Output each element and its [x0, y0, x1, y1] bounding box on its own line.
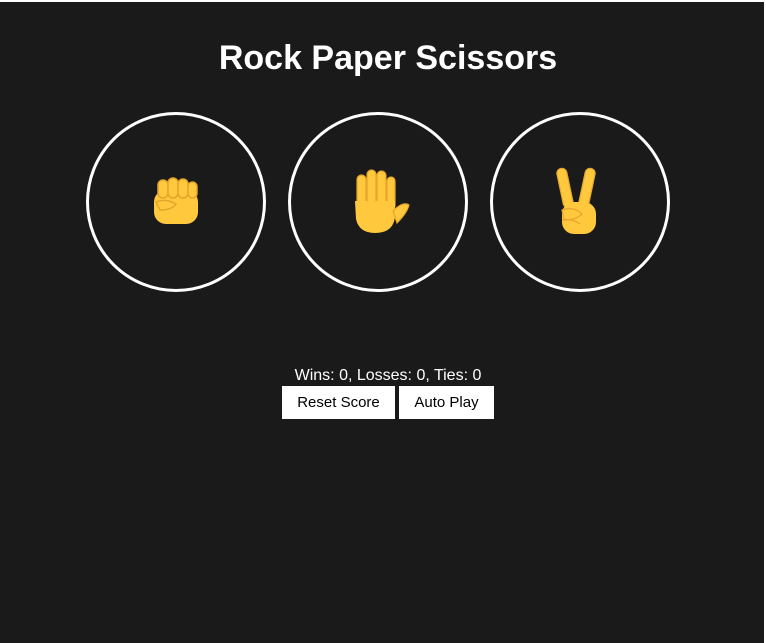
rock-move-button[interactable]: [86, 112, 266, 292]
scissors-move-button[interactable]: [490, 112, 670, 292]
score-text: Wins: 0, Losses: 0, Ties: 0: [294, 367, 482, 384]
victory-hand-icon: [556, 167, 596, 234]
reset-score-button[interactable]: Reset Score: [282, 386, 395, 419]
game-app: Rock Paper Scissors Wins: 0, Losses: 0, …: [0, 2, 764, 643]
raised-hand-icon: [355, 169, 410, 233]
page-title: Rock Paper Scissors: [218, 39, 558, 77]
raised-fist-icon: [154, 177, 198, 224]
auto-play-button[interactable]: Auto Play: [399, 386, 494, 419]
paper-move-button[interactable]: [288, 112, 468, 292]
